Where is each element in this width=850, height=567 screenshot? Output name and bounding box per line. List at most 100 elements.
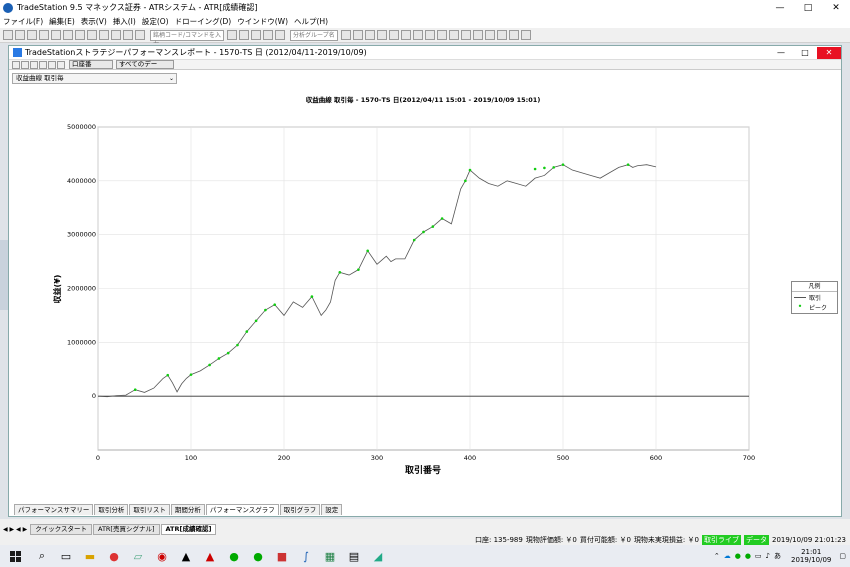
excel-icon[interactable]: ▦ (318, 545, 342, 567)
notification-icon[interactable]: ▢ (839, 552, 846, 560)
peak-point (431, 225, 435, 228)
peak-point (245, 330, 249, 333)
y-tick-label: 5000000 (67, 123, 96, 131)
legend-label-trade: 取引 (809, 294, 822, 302)
ime-indicator[interactable]: あ (774, 551, 781, 561)
task-view-icon[interactable]: ▭ (54, 545, 78, 567)
tab-performance-graph[interactable]: パフォーマンスグラフ (205, 504, 279, 515)
box-app-icon[interactable]: ■ (270, 545, 294, 567)
peak-point (552, 166, 555, 169)
peak-point (440, 217, 444, 220)
x-tick-label: 700 (743, 454, 755, 462)
chart-app-icon[interactable]: ◢ (366, 545, 390, 567)
peak-point (217, 357, 221, 360)
peak-point (468, 168, 472, 172)
peak-point (543, 166, 546, 170)
status-unrealized: 現物未実現損益: ￥0 (633, 536, 699, 544)
peak-point (208, 363, 211, 367)
network-icon[interactable]: ▭ (755, 552, 762, 560)
peak-point (264, 308, 267, 312)
volume-icon[interactable]: ♪ (766, 552, 770, 560)
taskbar-clock[interactable]: 21:01 2019/10/09 (791, 548, 831, 564)
status-data-badge: データ (743, 535, 769, 545)
report-tabs: パフォーマンスサマリー 取引分析 取引リスト 期間分析 パフォーマンスグラフ 取… (14, 504, 343, 515)
x-tick-label: 600 (650, 454, 662, 462)
pdf-icon[interactable]: ▲ (198, 545, 222, 567)
clock-time: 21:01 (801, 548, 822, 556)
file-explorer-icon[interactable]: ▬ (78, 545, 102, 567)
y-tick-labels: 0 1000000 2000000 3000000 4000000 5000000 (67, 123, 96, 400)
tab-trade-list[interactable]: 取引リスト (129, 504, 170, 515)
y-tick-label: 0 (92, 392, 96, 400)
status-buying-power: 買付可能額: ￥0 (579, 536, 631, 544)
x-tick-label: 100 (185, 454, 197, 462)
tab-trade-graph[interactable]: 取引グラフ (279, 504, 321, 515)
chat-app-icon[interactable]: ● (246, 545, 270, 567)
start-button[interactable] (0, 550, 30, 562)
chrome-icon[interactable]: ● (102, 545, 126, 567)
clock-date: 2019/10/09 (791, 556, 832, 564)
legend-line-swatch (794, 296, 806, 298)
windows-taskbar: ⌕ ▭ ▬ ● ▱ ◉ ▲ ▲ ● ● ■ ∫ ▦ ▤ ◢ ⌃ ☁ ● ● ▭ … (0, 545, 850, 567)
record-icon[interactable]: ◉ (150, 545, 174, 567)
peak-point (338, 271, 342, 274)
peak-point (422, 230, 425, 234)
x-tick-labels: 0 100 200 300 400 500 600 700 (96, 454, 755, 462)
tab-trade-analysis[interactable]: 取引分析 (94, 504, 129, 515)
tab-settings[interactable]: 設定 (321, 504, 343, 515)
peak-point (310, 295, 314, 298)
status-valuation: 現物評価額: ￥0 (525, 536, 577, 544)
search-icon[interactable]: ⌕ (30, 545, 54, 567)
equity-curve-chart: 収益曲線 取引毎 - 1570-TS 日(2012/04/11 15:01 - … (52, 95, 755, 476)
y-tick-label: 2000000 (67, 285, 96, 293)
x-tick-label: 500 (557, 454, 569, 462)
peak-point (236, 343, 239, 347)
chart-legend: 凡例 取引 • ピーク (791, 281, 838, 314)
y-tick-label: 3000000 (67, 231, 96, 239)
onedrive-icon[interactable]: ☁ (724, 552, 731, 560)
peak-point (412, 238, 416, 242)
window-tab-signals[interactable]: ATR[売買シグナル] (93, 524, 160, 535)
peak-point (133, 388, 137, 392)
tab-nav-arrows[interactable]: ◀ ▶ ◀ ▶ (3, 526, 27, 533)
peak-point (254, 319, 258, 323)
app-icon[interactable]: ▲ (174, 545, 198, 567)
terminal-icon[interactable]: ▤ (342, 545, 366, 567)
peak-point (226, 351, 230, 355)
x-tick-label: 300 (371, 454, 383, 462)
notepad-icon[interactable]: ▱ (126, 545, 150, 567)
windows-logo-icon (9, 550, 21, 562)
tab-period-analysis[interactable]: 期間分析 (170, 504, 205, 515)
window-tab-quickstart[interactable]: クイックスタート (30, 524, 92, 535)
peak-point (366, 249, 370, 253)
tray-chevron-icon[interactable]: ⌃ (714, 552, 720, 560)
tradestation-task-icon[interactable]: ∫ (294, 545, 318, 567)
legend-item-trade: 取引 (792, 292, 837, 302)
x-tick-label: 200 (278, 454, 290, 462)
legend-title: 凡例 (792, 282, 837, 292)
y-tick-label: 1000000 (67, 338, 96, 346)
peak-point (357, 268, 360, 271)
legend-item-peak: • ピーク (792, 302, 837, 312)
peak-point (626, 163, 630, 166)
peak-point (533, 167, 537, 171)
x-axis-label: 取引番号 (405, 464, 441, 476)
x-tick-label: 0 (96, 454, 100, 462)
legend-peak-swatch: • (797, 302, 803, 311)
chat-tray-icon[interactable]: ● (745, 552, 751, 560)
status-live-badge: 取引ライブ (701, 535, 741, 545)
peak-point (273, 303, 277, 306)
line-tray-icon[interactable]: ● (735, 552, 741, 560)
line-app-icon[interactable]: ● (222, 545, 246, 567)
system-tray: ⌃ ☁ ● ● ▭ ♪ あ 21:01 2019/10/09 ▢ (714, 545, 850, 567)
workspace-tabs: ◀ ▶ ◀ ▶ クイックスタート ATR[売買シグナル] ATR[成績確認] (0, 524, 850, 535)
status-datetime: 2019/10/09 21:01:23 (771, 536, 846, 544)
window-tab-results[interactable]: ATR[成績確認] (160, 524, 217, 535)
status-bar: 口座: 135-989 現物評価額: ￥0 買付可能額: ￥0 現物未実現損益:… (0, 535, 850, 545)
status-account: 口座: 135-989 (475, 536, 523, 544)
legend-label-peak: ピーク (809, 304, 828, 312)
tab-performance-summary[interactable]: パフォーマンスサマリー (14, 504, 94, 515)
x-tick-label: 400 (464, 454, 476, 462)
y-tick-label: 4000000 (67, 177, 96, 185)
peak-point (189, 373, 193, 376)
